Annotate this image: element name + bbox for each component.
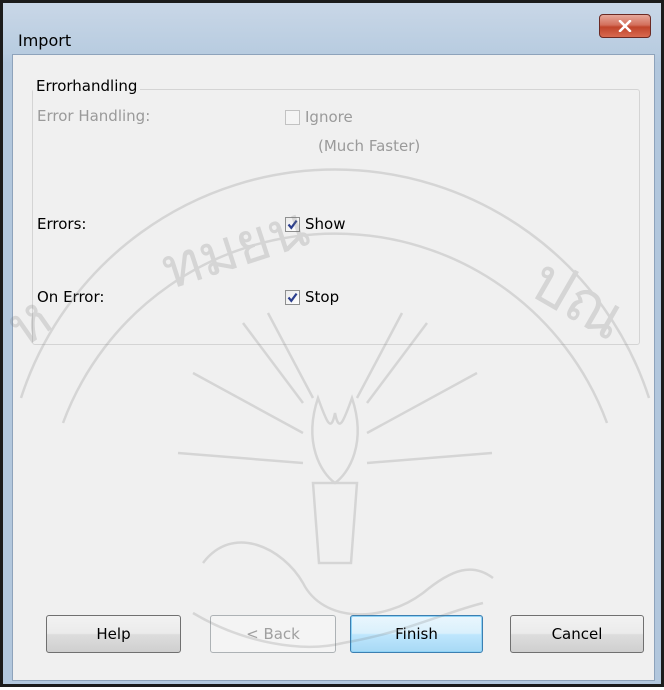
stop-label: Stop — [305, 288, 340, 306]
import-dialog: Import Errorhandling Error Handling: Ign… — [0, 0, 664, 687]
finish-button[interactable]: Finish — [350, 615, 483, 653]
back-button[interactable]: < Back — [210, 615, 336, 653]
checkmark-icon — [287, 292, 298, 303]
checkmark-icon — [287, 219, 298, 230]
ignore-checkbox[interactable]: Ignore — [285, 108, 353, 126]
stop-checkbox[interactable]: Stop — [285, 288, 339, 306]
help-button[interactable]: Help — [46, 615, 181, 653]
show-checkbox-box[interactable] — [285, 216, 300, 232]
close-button[interactable] — [599, 14, 651, 38]
ignore-checkbox-box[interactable] — [285, 109, 300, 125]
show-label: Show — [305, 215, 346, 233]
dialog-client-area: Errorhandling Error Handling: Ignore (Mu… — [12, 54, 655, 681]
stop-checkbox-box[interactable] — [285, 289, 300, 305]
on-error-label: On Error: — [37, 288, 105, 306]
close-icon — [618, 17, 632, 36]
errorhandling-group-title: Errorhandling — [33, 77, 141, 95]
show-checkbox[interactable]: Show — [285, 215, 345, 233]
errors-label: Errors: — [37, 215, 87, 233]
cancel-button[interactable]: Cancel — [510, 615, 644, 653]
ignore-hint: (Much Faster) — [318, 137, 421, 155]
window-title: Import — [18, 31, 72, 50]
ignore-label: Ignore — [305, 108, 353, 126]
error-handling-label: Error Handling: — [37, 107, 151, 125]
